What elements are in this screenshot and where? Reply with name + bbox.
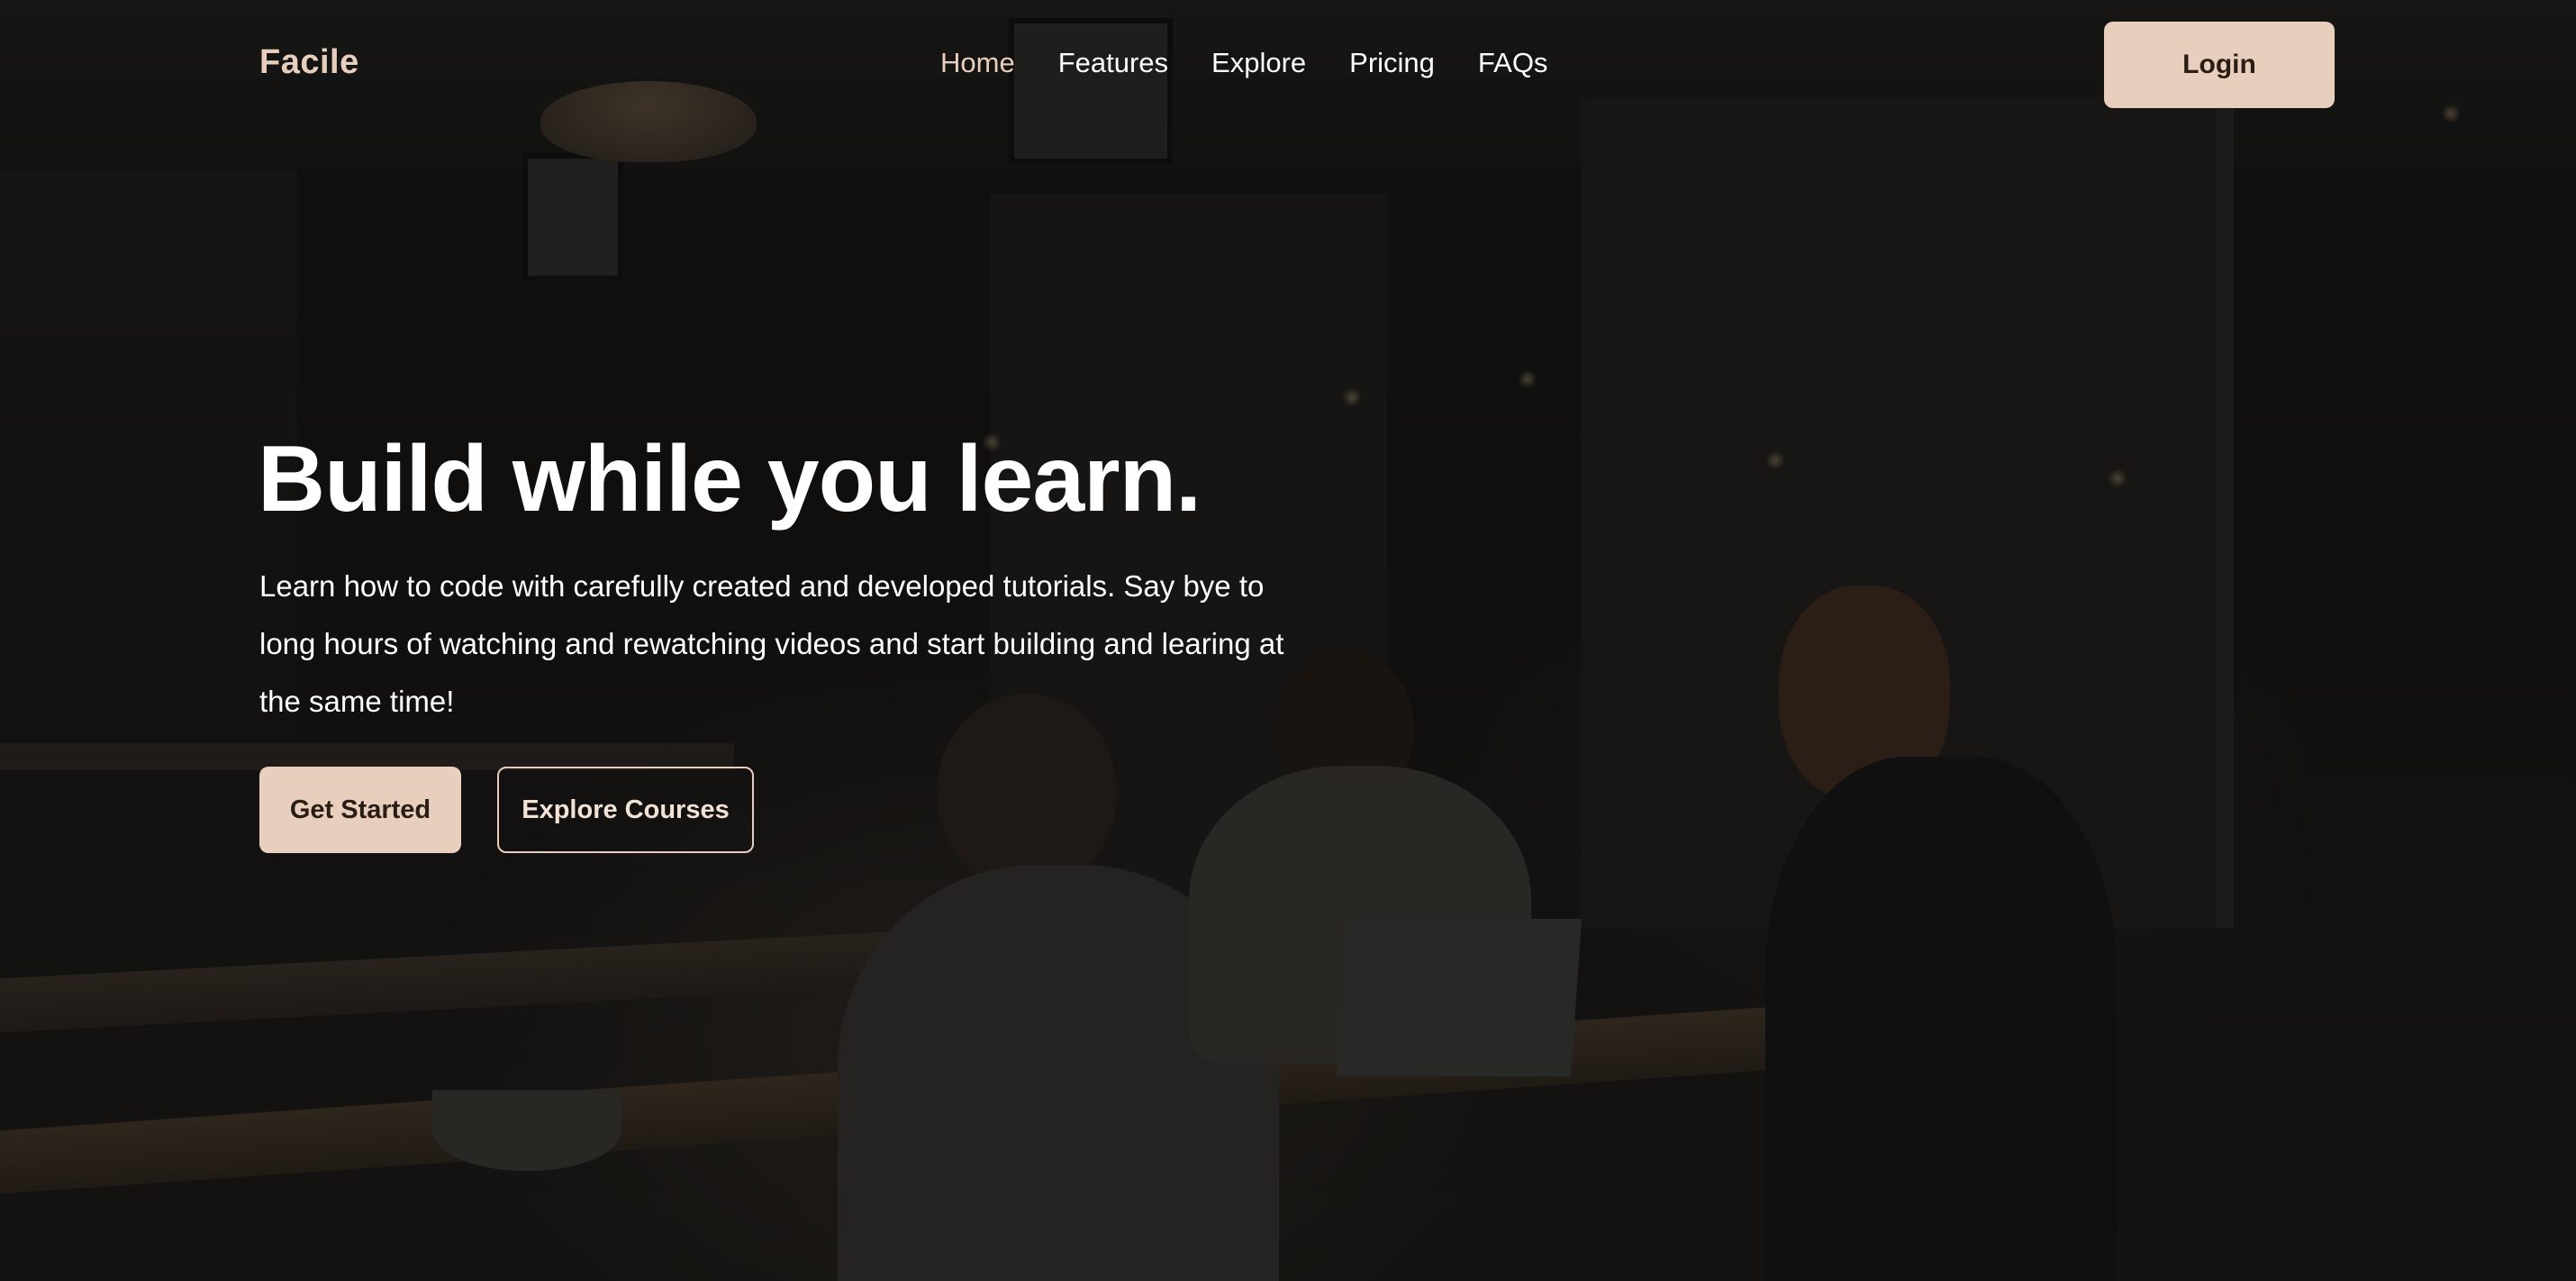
get-started-button[interactable]: Get Started [259,767,461,853]
hero-title: Build while you learn. [258,427,1202,531]
top-navigation: Facile Home Features Explore Pricing FAQ… [0,0,2576,131]
nav-link-pricing[interactable]: Pricing [1349,47,1435,79]
nav-link-explore[interactable]: Explore [1211,47,1306,79]
landing-page: Facile Home Features Explore Pricing FAQ… [0,0,2576,1281]
explore-courses-button[interactable]: Explore Courses [497,767,754,853]
nav-link-home[interactable]: Home [940,47,1015,79]
hero-cta-row: Get Started Explore Courses [259,767,754,853]
nav-link-features[interactable]: Features [1058,47,1168,79]
nav-link-faqs[interactable]: FAQs [1478,47,1548,79]
login-button[interactable]: Login [2104,22,2335,108]
hero-subtitle: Learn how to code with carefully created… [259,569,1284,718]
brand-logo[interactable]: Facile [259,43,359,82]
nav-links: Home Features Explore Pricing FAQs [940,47,1547,79]
